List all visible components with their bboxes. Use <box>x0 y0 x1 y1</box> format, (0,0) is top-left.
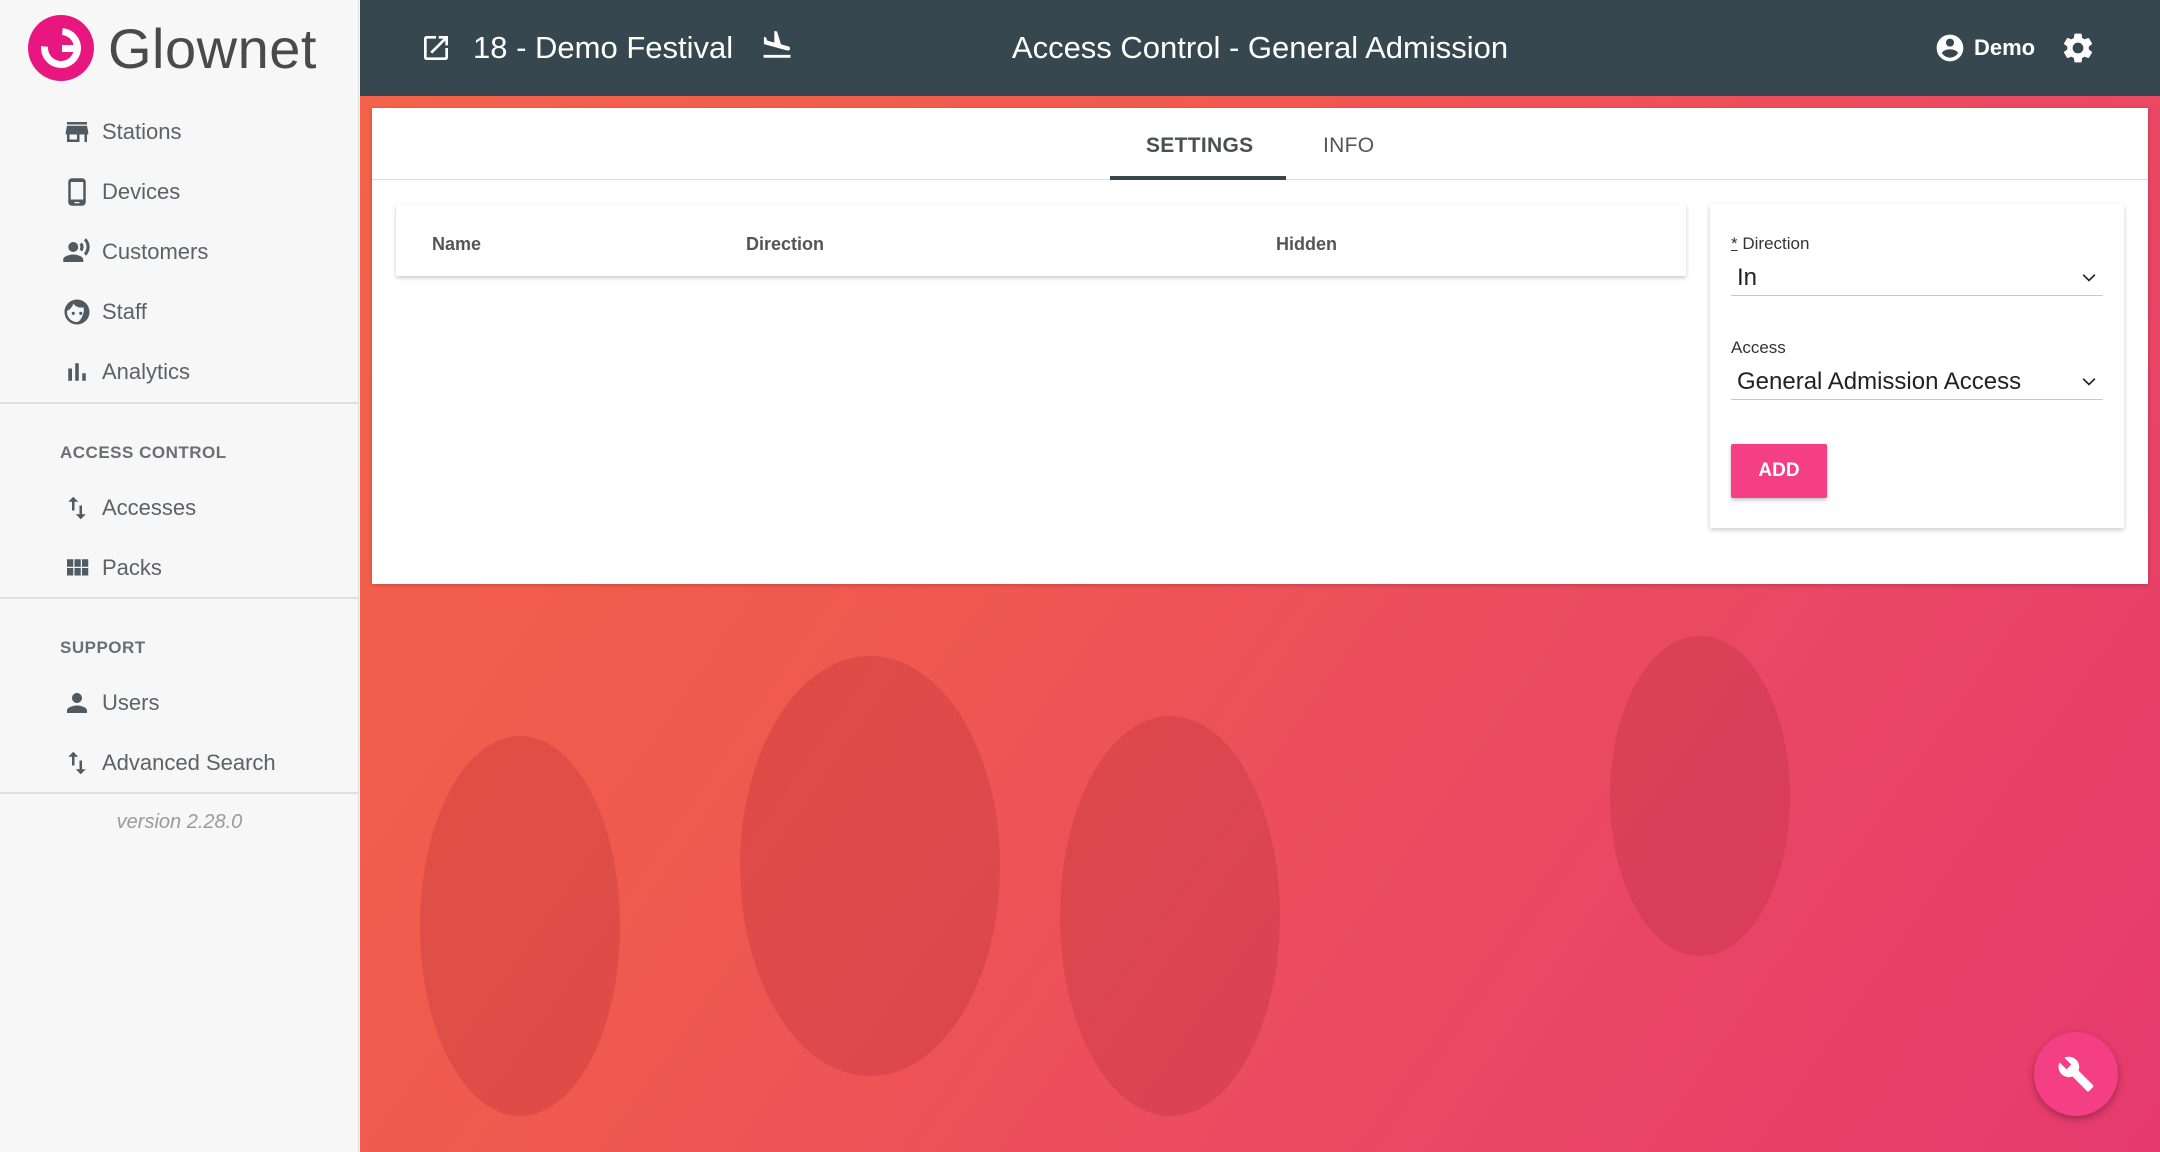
column-header-hidden[interactable]: Hidden <box>1276 234 1337 255</box>
add-button[interactable]: ADD <box>1731 444 1827 498</box>
sidebar-item-accesses[interactable]: Accesses <box>60 486 196 530</box>
sidebar-item-label: Analytics <box>102 359 191 384</box>
swap-vert-icon <box>60 746 94 780</box>
tab-info[interactable]: INFO <box>1323 134 1374 158</box>
glownet-logo-mark <box>28 15 94 81</box>
swap-vert-icon <box>60 491 94 525</box>
sidebar-item-label: Packs <box>102 555 162 580</box>
grid-icon <box>60 551 94 585</box>
sidebar-item-label: Customers <box>102 239 209 264</box>
brand-name: Glownet <box>108 16 317 80</box>
sidebar-item-label: Advanced Search <box>102 750 276 775</box>
sidebar-item-devices[interactable]: Devices <box>60 170 180 214</box>
sidebar-item-staff[interactable]: Staff <box>60 290 147 334</box>
sidebar: Glownet Stations Devices Customers Staff… <box>0 0 359 1152</box>
chevron-down-icon <box>2079 372 2099 392</box>
tab-bar: SETTINGS INFO <box>372 108 2148 180</box>
column-header-name[interactable]: Name <box>432 234 481 255</box>
direction-select[interactable]: In <box>1731 256 2103 296</box>
wrench-icon <box>2058 1056 2094 1092</box>
account-circle-icon <box>1936 34 1964 62</box>
glownet-logo[interactable]: Glownet <box>28 14 317 82</box>
sidebar-divider <box>0 402 359 404</box>
sidebar-item-label: Stations <box>102 119 182 144</box>
access-select-value: General Admission Access <box>1737 368 2022 395</box>
sidebar-item-label: Accesses <box>102 495 197 520</box>
sidebar-divider <box>0 792 359 794</box>
gear-icon[interactable] <box>2060 30 2096 66</box>
sidebar-item-advanced-search[interactable]: Advanced Search <box>60 741 276 785</box>
sidebar-item-label: Staff <box>102 299 147 324</box>
direction-select-value: In <box>1737 264 1758 291</box>
add-direction-form: * Direction In Access General Admission … <box>1710 204 2124 528</box>
sidebar-item-users[interactable]: Users <box>60 681 159 725</box>
user-menu[interactable]: Demo <box>1934 32 2035 64</box>
sidebar-item-label: Devices <box>102 179 181 204</box>
section-title-support: SUPPORT <box>60 638 146 657</box>
customers-icon <box>60 235 94 269</box>
active-tab-indicator <box>1110 176 1286 180</box>
tools-fab-button[interactable] <box>2034 1032 2118 1116</box>
tab-settings[interactable]: SETTINGS <box>1146 134 1253 158</box>
phone-icon <box>60 175 94 209</box>
required-mark: * <box>1731 234 1738 253</box>
section-title-access-control: ACCESS CONTROL <box>60 443 227 462</box>
sidebar-item-stations[interactable]: Stations <box>60 110 182 154</box>
sidebar-item-customers[interactable]: Customers <box>60 230 208 274</box>
page-title: Access Control - General Admission <box>1011 30 1509 65</box>
sidebar-item-analytics[interactable]: Analytics <box>60 350 190 394</box>
sidebar-item-label: Users <box>102 690 160 715</box>
bar-chart-icon <box>60 355 94 389</box>
sidebar-divider <box>0 597 359 599</box>
face-icon <box>60 295 94 329</box>
top-bar: 18 - Demo Festival Access Control - Gene… <box>360 0 2160 96</box>
user-name: Demo <box>1974 35 2036 60</box>
directions-table: Name Direction Hidden <box>396 204 1686 276</box>
access-label: Access <box>1731 338 1786 357</box>
person-icon <box>60 686 94 720</box>
direction-label: * Direction <box>1731 234 1810 253</box>
column-header-direction[interactable]: Direction <box>746 234 824 255</box>
settings-card: SETTINGS INFO Name Direction Hidden * Di… <box>372 108 2148 584</box>
access-select[interactable]: General Admission Access <box>1731 360 2103 400</box>
sidebar-item-packs[interactable]: Packs <box>60 546 162 590</box>
chevron-down-icon <box>2079 268 2099 288</box>
store-icon <box>60 115 94 149</box>
version-label: version 2.28.0 <box>116 811 243 833</box>
